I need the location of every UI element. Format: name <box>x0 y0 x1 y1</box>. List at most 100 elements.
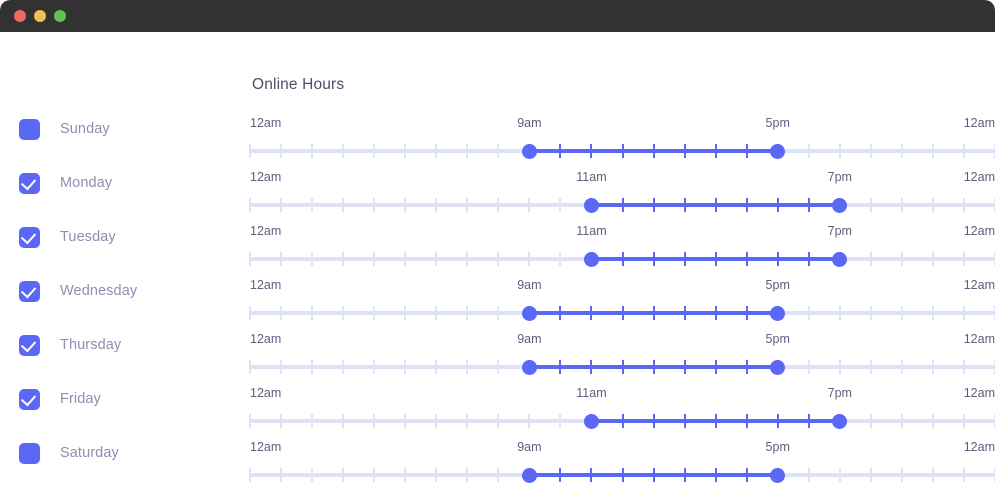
slider-tick <box>962 360 965 374</box>
maximize-button[interactable] <box>54 10 66 22</box>
day-row[interactable]: Monday <box>0 156 250 210</box>
range-slider[interactable] <box>249 140 995 162</box>
day-slider-row: 12am 9am 5pm 12am <box>249 278 995 332</box>
slider-tick <box>435 468 438 482</box>
slider-tick <box>280 414 283 428</box>
slider-tick <box>528 198 531 212</box>
slider-tick <box>931 414 934 428</box>
slider-tick <box>962 252 965 266</box>
close-button[interactable] <box>14 10 26 22</box>
slider-thumb-start[interactable] <box>583 414 599 429</box>
end-time-label: 5pm <box>765 116 790 130</box>
slider-tick <box>962 306 965 320</box>
slider-tick <box>528 414 531 428</box>
slider-tick <box>466 252 469 266</box>
slider-thumb-start[interactable] <box>583 252 599 267</box>
minimize-button[interactable] <box>34 10 46 22</box>
slider-tick <box>869 306 872 320</box>
day-slider-row: 12am 11am 7pm 12am <box>249 224 995 278</box>
day-row[interactable]: Thursday <box>0 318 250 372</box>
slider-selected-range[interactable] <box>529 473 778 477</box>
day-checkbox-checked[interactable] <box>19 226 40 248</box>
start-time-label: 9am <box>517 440 542 454</box>
day-label: Sunday <box>60 121 110 137</box>
day-row[interactable]: Friday <box>0 372 250 426</box>
slider-tick <box>900 360 903 374</box>
slider-tick <box>466 360 469 374</box>
day-slider-row: 12am 11am 7pm 12am <box>249 170 995 224</box>
day-checkbox-unchecked[interactable] <box>19 442 40 464</box>
slider-tick <box>931 468 934 482</box>
day-checkbox-checked[interactable] <box>19 388 40 410</box>
day-checkbox-checked[interactable] <box>19 280 40 302</box>
slider-labels: 12am 9am 5pm 12am <box>250 332 995 348</box>
range-slider[interactable] <box>249 356 995 378</box>
slider-tick <box>342 306 345 320</box>
slider-tick <box>931 252 934 266</box>
slider-thumb-start[interactable] <box>521 144 537 159</box>
slider-tick <box>249 198 251 212</box>
day-row[interactable]: Wednesday <box>0 264 250 318</box>
slider-selected-range[interactable] <box>591 203 840 207</box>
slider-thumb-start[interactable] <box>521 468 537 483</box>
day-label: Monday <box>60 175 113 191</box>
check-icon <box>20 174 37 190</box>
slider-tick <box>249 252 251 266</box>
slider-selected-range[interactable] <box>591 257 840 261</box>
range-slider[interactable] <box>249 410 995 432</box>
day-row[interactable]: Sunday <box>0 102 250 156</box>
range-slider[interactable] <box>249 464 995 486</box>
slider-thumb-start[interactable] <box>521 360 537 375</box>
day-row[interactable]: Tuesday <box>0 210 250 264</box>
slider-tick <box>342 144 345 158</box>
slider-selected-range[interactable] <box>529 149 778 153</box>
slider-tick <box>962 144 965 158</box>
slider-tick <box>466 144 469 158</box>
day-checkbox-unchecked[interactable] <box>19 118 40 140</box>
slider-thumb-start[interactable] <box>521 306 537 321</box>
range-slider[interactable] <box>249 248 995 270</box>
slider-tick <box>559 198 562 212</box>
slider-tick <box>466 306 469 320</box>
range-slider[interactable] <box>249 194 995 216</box>
slider-tick <box>311 468 314 482</box>
slider-tick <box>900 306 903 320</box>
slider-tick <box>869 198 872 212</box>
slider-tick <box>435 414 438 428</box>
slider-tick <box>497 198 500 212</box>
slider-thumb-start[interactable] <box>583 198 599 213</box>
slider-tick <box>373 360 376 374</box>
slider-labels: 12am 11am 7pm 12am <box>250 386 995 402</box>
slider-tick <box>311 360 314 374</box>
slider-rows: 12am 9am 5pm 12am 12am 11am 7pm 12am 12am 11am 7pm… <box>249 116 995 494</box>
slider-tick <box>249 144 251 158</box>
window-body: Sunday Monday Tuesday Wednesday Thursday Frid… <box>0 32 995 502</box>
axis-end-label: 12am <box>963 224 995 238</box>
axis-start-label: 12am <box>250 224 282 238</box>
range-slider[interactable] <box>249 302 995 324</box>
start-time-label: 11am <box>576 170 607 184</box>
slider-selected-range[interactable] <box>529 311 778 315</box>
day-checkbox-checked[interactable] <box>19 334 40 356</box>
day-slider-row: 12am 11am 7pm 12am <box>249 386 995 440</box>
slider-tick <box>559 252 562 266</box>
slider-tick <box>900 414 903 428</box>
day-row[interactable]: Saturday <box>0 426 250 480</box>
day-checkbox-list: Sunday Monday Tuesday Wednesday Thursday Frid… <box>0 32 250 502</box>
slider-tick <box>435 360 438 374</box>
slider-labels: 12am 9am 5pm 12am <box>250 440 995 456</box>
day-slider-row: 12am 9am 5pm 12am <box>249 116 995 170</box>
axis-start-label: 12am <box>250 278 282 292</box>
check-icon <box>20 228 37 244</box>
end-time-label: 5pm <box>765 278 790 292</box>
page-title: Online Hours <box>252 76 345 93</box>
slider-tick <box>497 252 500 266</box>
slider-tick <box>869 252 872 266</box>
slider-selected-range[interactable] <box>529 365 778 369</box>
day-checkbox-checked[interactable] <box>19 172 40 194</box>
slider-tick <box>931 360 934 374</box>
slider-selected-range[interactable] <box>591 419 840 423</box>
axis-start-label: 12am <box>250 332 282 346</box>
day-label: Thursday <box>60 337 122 353</box>
end-time-label: 7pm <box>827 170 852 184</box>
